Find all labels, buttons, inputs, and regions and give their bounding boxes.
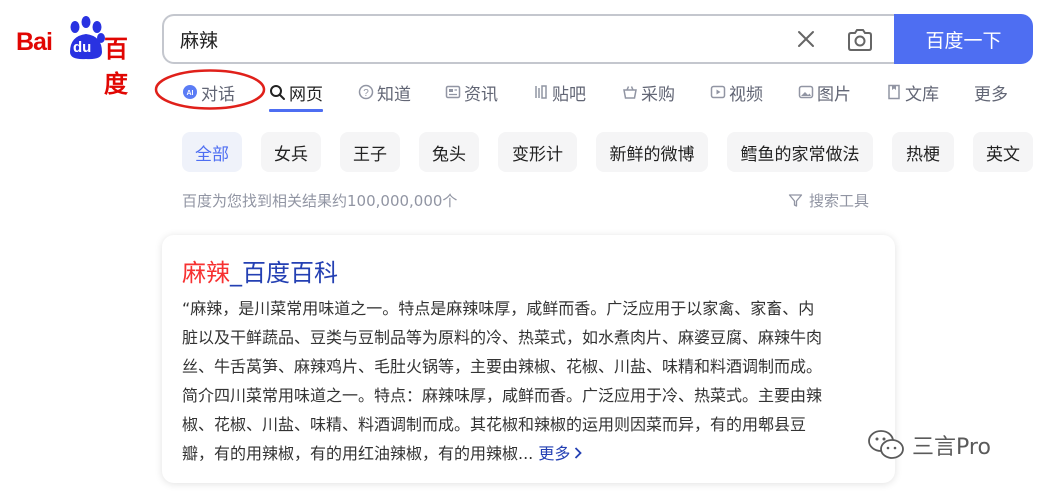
tab-zhidao[interactable]: ? 知道 [358,78,411,106]
search-input[interactable] [180,28,740,50]
tab-label: 对话 [201,84,235,105]
svg-text:?: ? [363,88,369,99]
tab-label: 知道 [377,84,411,105]
wechat-icon [868,430,904,459]
basket-icon [623,86,637,99]
abstract-line: 简介四川菜常用味道之一。特点：麻辣味厚，咸鲜而香。广泛应用于冷、热菜式。主要由辣 [182,386,823,405]
watermark-text: 三言Pro [912,435,991,460]
doc-icon [888,84,900,100]
chip-all[interactable]: 全部 [182,132,242,172]
tab-tieba[interactable]: 贴吧 [533,78,586,106]
result-abstract: “麻辣，是川菜常用味道之一。特点是麻辣味厚，咸鲜而香。广泛应用于以家禽、家畜、内… [182,294,882,468]
tab-label: 更多 [974,84,1008,105]
image-icon [798,85,814,99]
search-tools-button[interactable]: 搜索工具 [788,190,869,211]
result-card: 麻辣_百度百科 “麻辣，是川菜常用味道之一。特点是麻辣味厚，咸鲜而香。广泛应用于… [162,235,895,483]
chip[interactable]: 兔头 [419,132,479,172]
tab-video[interactable]: 视频 [710,78,763,106]
logo-du-text: du [73,39,92,56]
search-button[interactable]: 百度一下 [894,14,1033,64]
tab-label: 资讯 [464,84,498,105]
abstract-line: 瓣，有的用辣椒，有的用红油辣椒，有的用辣椒... [182,444,534,463]
search-tools-label: 搜索工具 [809,192,870,210]
filter-icon [788,194,803,207]
more-link[interactable]: 更多 [538,444,583,463]
result-title-keyword: 麻辣 [182,259,230,287]
tab-news[interactable]: 资讯 [445,78,498,106]
chevron-right-icon [575,447,583,459]
chip[interactable]: 新鲜的微博 [596,132,708,172]
camera-icon[interactable] [846,27,874,53]
search-icon [270,84,285,100]
chip[interactable]: 女兵 [261,132,321,172]
video-icon [710,85,726,99]
question-icon: ? [358,84,374,100]
chip[interactable]: 变形计 [498,132,577,172]
tab-label: 贴吧 [552,84,586,105]
news-icon [445,85,461,99]
abstract-line: 脏以及干鲜蔬品、豆类与豆制品等为原料的冷、热菜式，如水煮肉片、麻婆豆腐、麻辣牛肉 [182,328,823,347]
ai-chat-icon: AI [183,85,197,99]
abstract-line-last: 瓣，有的用辣椒，有的用红油辣椒，有的用辣椒... 更多 [182,439,882,468]
logo-latin-text: Bai [16,28,53,56]
logo-chinese-text: 百度 [104,35,128,98]
close-icon[interactable] [794,27,818,51]
tab-images[interactable]: 图片 [798,78,851,106]
chip[interactable]: 鳕鱼的家常做法 [727,132,873,172]
tab-label: 采购 [641,84,675,105]
baidu-logo[interactable]: Bai du 百度 [16,14,146,98]
abstract-line: 丝、牛舌莴笋、麻辣鸡片、毛肚火锅等，主要由辣椒、花椒、川盐、味精和料酒调制而成。 [182,357,823,376]
abstract-line: “麻辣，是川菜常用味道之一。特点是麻辣味厚，咸鲜而香。广泛应用于以家禽、家畜、内 [182,299,815,318]
result-count: 百度为您找到相关结果约100,000,000个 [182,192,458,210]
active-tab-underline [269,109,323,112]
tab-wenku[interactable]: 文库 [886,78,939,106]
abstract-line: 椒、花椒、川盐、味精、料酒调制而成。其花椒和辣椒的运用则因菜而异，有的用郫县豆 [182,415,807,434]
tab-label: 网页 [289,84,323,105]
svg-text:AI: AI [187,90,194,97]
result-title-rest: _百度百科 [230,259,338,287]
tab-label: 文库 [905,84,939,105]
chip[interactable]: 王子 [340,132,400,172]
watermark: 三言Pro [866,428,991,462]
tab-label: 图片 [817,84,851,105]
search-box [162,14,895,64]
tab-label: 视频 [729,84,763,105]
tab-more[interactable]: 更多 [974,78,1008,106]
tieba-icon [535,85,547,99]
tab-web[interactable]: 网页 [269,78,323,106]
chip[interactable]: 热梗 [892,132,954,172]
tab-chat[interactable]: AI 对话 [182,78,235,106]
result-title-link[interactable]: 麻辣_百度百科 [182,253,338,288]
chip[interactable]: 英文 [973,132,1033,172]
more-link-label: 更多 [538,444,571,463]
tab-shopping[interactable]: 采购 [622,78,675,106]
